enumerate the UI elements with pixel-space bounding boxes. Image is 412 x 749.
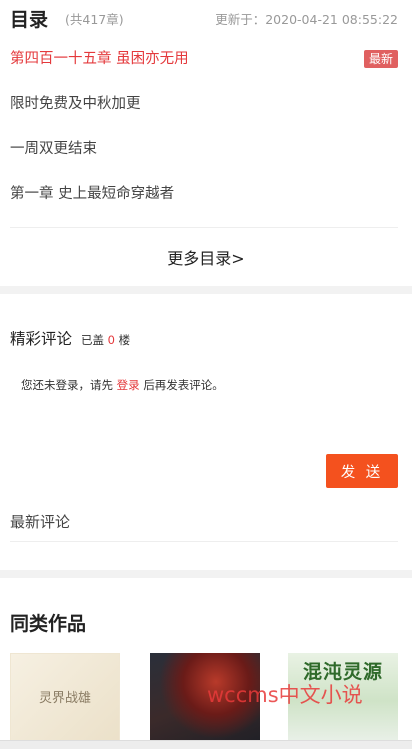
chapter-item[interactable]: 一周双更结束	[10, 126, 398, 171]
comments-title: 精彩评论	[10, 330, 73, 348]
login-hint: 您还未登录，请先 登录 后再发表评论。	[21, 377, 224, 393]
chapter-item[interactable]: 限时免费及中秋加更	[10, 81, 398, 126]
floor-number: 0	[107, 333, 115, 347]
divider	[10, 227, 398, 228]
cover-title: 灵界战雄	[38, 691, 91, 706]
similar-works-title: 同类作品	[10, 613, 87, 635]
latest-badge: 最新	[363, 50, 398, 68]
book-cover[interactable]: 混沌灵源	[288, 653, 398, 749]
divider	[10, 541, 398, 542]
book-cover[interactable]	[150, 653, 260, 749]
floor-prefix: 已盖	[80, 333, 104, 347]
toc-header: 目录 (共417章) 更新于：2020-04-21 08:55:22	[10, 5, 398, 31]
chapter-item[interactable]: 第一章 史上最短命穿越者	[10, 171, 398, 216]
book-cover[interactable]: 灵界战雄	[10, 653, 120, 749]
chapter-label: 第四百一十五章 虽困亦无用	[10, 51, 189, 67]
more-toc-link[interactable]: 更多目录>	[0, 245, 412, 269]
latest-comments-title: 最新评论	[10, 513, 71, 531]
update-time: 更新于：2020-04-21 08:55:22	[215, 12, 398, 27]
bottom-bar	[0, 740, 412, 749]
login-hint-prefix: 您还未登录，请先	[21, 378, 113, 392]
chapter-label: 第一章 史上最短命穿越者	[10, 186, 175, 202]
cover-row: 灵界战雄 混沌灵源	[10, 653, 412, 749]
login-link[interactable]: 登录	[117, 378, 140, 392]
chapter-count: (共417章)	[65, 12, 124, 27]
comments-section: 精彩评论 已盖 0 楼 您还未登录，请先 登录 后再发表评论。 发 送 最新评论	[0, 294, 412, 570]
chapter-item-latest[interactable]: 第四百一十五章 虽困亦无用 最新	[10, 36, 398, 81]
similar-works-section: 同类作品 灵界战雄 混沌灵源 wccms中文小说	[0, 578, 412, 749]
send-button[interactable]: 发 送	[326, 454, 398, 488]
toc-title: 目录	[10, 9, 49, 31]
comments-header: 精彩评论 已盖 0 楼	[10, 327, 130, 349]
chapter-list: 第四百一十五章 虽困亦无用 最新 限时免费及中秋加更 一周双更结束 第一章 史上…	[10, 36, 398, 216]
cover-image	[150, 653, 260, 749]
login-hint-suffix: 后再发表评论。	[143, 378, 224, 392]
floor-suffix: 楼	[118, 333, 131, 347]
chapter-label: 限时免费及中秋加更	[10, 96, 141, 112]
chapter-label: 一周双更结束	[10, 141, 97, 157]
toc-section: 目录 (共417章) 更新于：2020-04-21 08:55:22 第四百一十…	[0, 0, 412, 286]
cover-title: 混沌灵源	[302, 661, 383, 683]
floor-count: 已盖 0 楼	[81, 333, 130, 347]
